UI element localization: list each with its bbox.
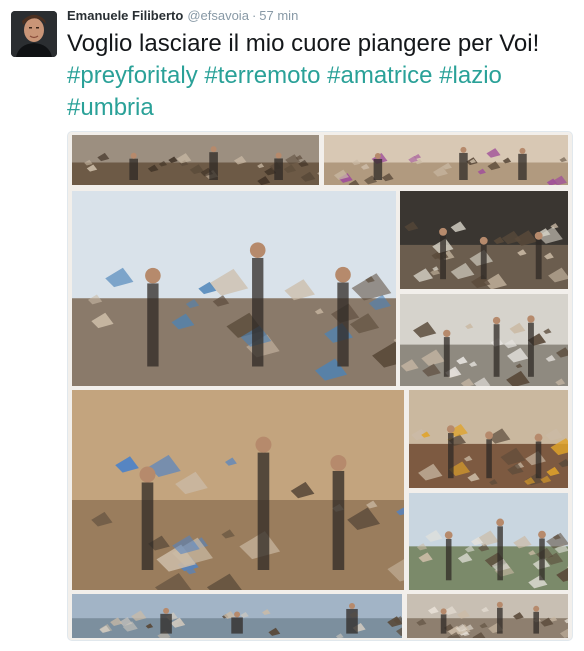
photo-night-rescue[interactable]: [400, 191, 568, 289]
photo-woman-blanket[interactable]: [72, 390, 404, 590]
ruined-facade-image: [407, 594, 568, 638]
hashtag-amatrice[interactable]: #amatrice: [327, 62, 432, 89]
aerial-town-image: [72, 594, 402, 638]
author-handle[interactable]: @efsavoia: [187, 8, 249, 23]
photo-ruined-facade[interactable]: [407, 594, 568, 638]
tweet-header: Emanuele Filiberto @efsavoia · 57 min: [67, 7, 298, 25]
photo-collage[interactable]: [67, 131, 573, 641]
night-rescue-image: [400, 191, 568, 289]
excavator-image: [409, 390, 568, 488]
rubble-top-left-image: [72, 135, 319, 185]
hashtag-preyforitaly[interactable]: #preyforitaly: [67, 62, 198, 89]
woman-blanket-image: [72, 390, 404, 590]
photo-rubble-top-left[interactable]: [72, 135, 319, 185]
man-white-hair-image: [400, 294, 568, 386]
tweet-text: Voglio lasciare il mio cuore piangere pe…: [67, 28, 567, 124]
meta-separator: ·: [251, 8, 257, 23]
author-avatar[interactable]: [11, 11, 57, 57]
avatar-image: [11, 11, 57, 57]
hashtag-umbria[interactable]: #umbria: [67, 94, 154, 121]
aerial-collapse-image: [409, 493, 568, 590]
photo-aerial-collapse[interactable]: [409, 493, 568, 590]
hashtag-terremoto[interactable]: #terremoto: [204, 62, 320, 89]
photo-aerial-town[interactable]: [72, 594, 402, 638]
photo-rubble-top-right[interactable]: [324, 135, 568, 185]
photo-excavator[interactable]: [409, 390, 568, 488]
tweet-timestamp[interactable]: 57 min: [259, 8, 298, 23]
street-rescuers-image: [72, 191, 396, 386]
author-name[interactable]: Emanuele Filiberto: [67, 8, 183, 23]
hashtag-lazio[interactable]: #lazio: [439, 62, 502, 89]
photo-street-rescuers[interactable]: [72, 191, 396, 386]
rubble-top-right-image: [324, 135, 568, 185]
photo-man-white-hair[interactable]: [400, 294, 568, 386]
tweet-text-plain: Voglio lasciare il mio cuore piangere pe…: [67, 30, 540, 57]
